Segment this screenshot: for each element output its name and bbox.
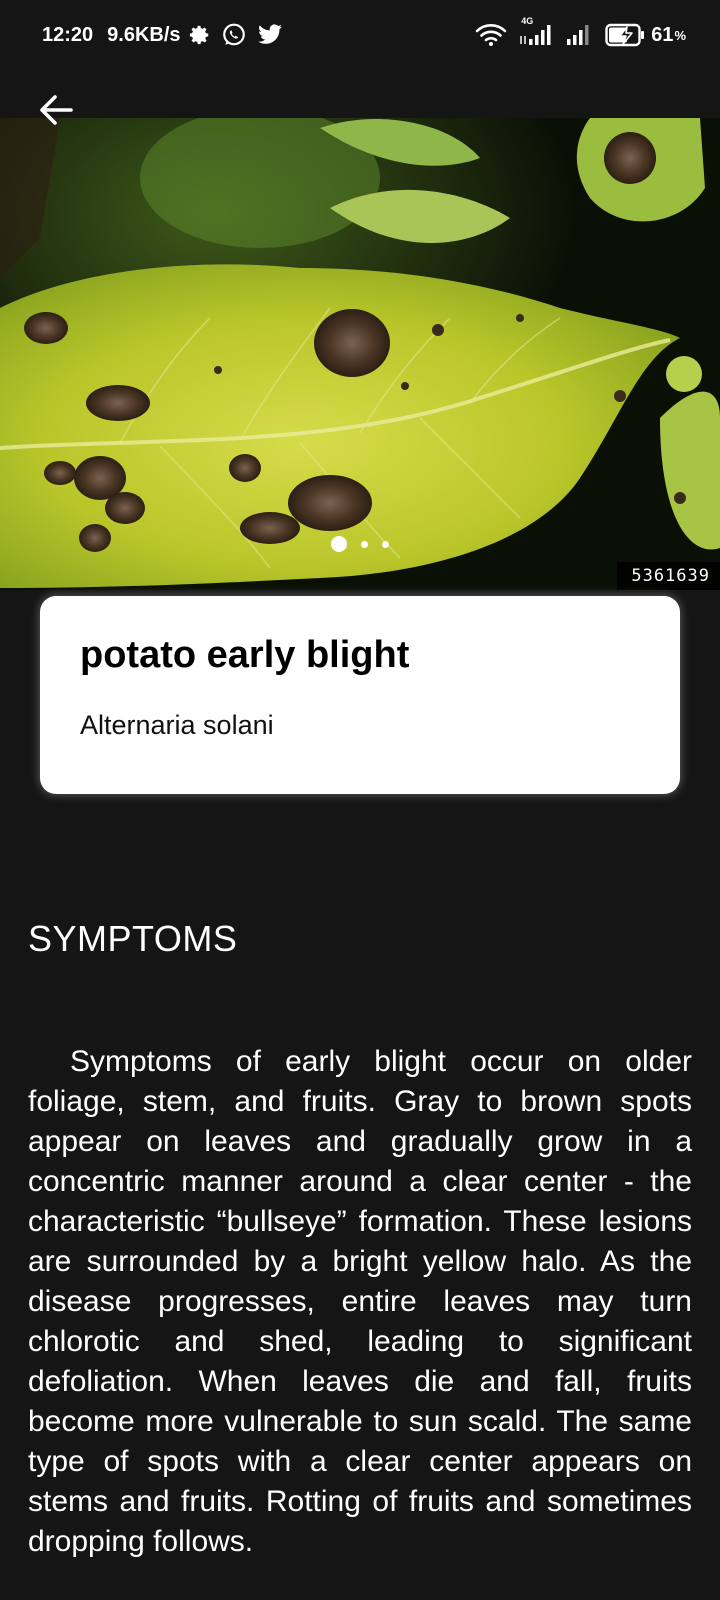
wifi-icon [475, 23, 507, 47]
gear-icon [189, 24, 211, 46]
signal-icon: 4G [519, 16, 553, 46]
section-heading: SYMPTOMS [28, 918, 238, 959]
status-speed: 9.6KB/s [107, 23, 181, 46]
battery-charging-icon [605, 23, 645, 47]
screen: 12:20 9.6KB/s 4G 61 % 5361639 potato ear… [0, 0, 720, 1600]
carousel-dot[interactable] [382, 540, 389, 548]
carousel-indicator [0, 536, 720, 552]
disease-image-carousel[interactable]: 5361639 [0, 118, 720, 590]
image-id-label: 5361639 [617, 562, 720, 590]
whatsapp-icon [221, 22, 247, 48]
back-button[interactable] [34, 88, 78, 132]
battery-percent: 61% [651, 23, 686, 46]
twitter-icon [257, 24, 283, 46]
disease-title-card: potato early blight Alternaria solani [40, 596, 680, 794]
status-bar: 12:20 9.6KB/s 4G 61 % [0, 0, 720, 70]
carousel-dot-active[interactable] [331, 536, 347, 552]
network-type: 4G [521, 16, 534, 26]
status-time: 12:20 [42, 23, 94, 46]
carousel-dot[interactable] [361, 540, 368, 548]
signal-icon-2 [565, 24, 593, 46]
disease-name: potato early blight [80, 634, 410, 676]
section-body: Symptoms of early blight occur on older … [28, 1045, 692, 1558]
disease-photo [0, 118, 720, 590]
scientific-name: Alternaria solani [80, 710, 274, 740]
arrow-left-icon [40, 95, 73, 125]
